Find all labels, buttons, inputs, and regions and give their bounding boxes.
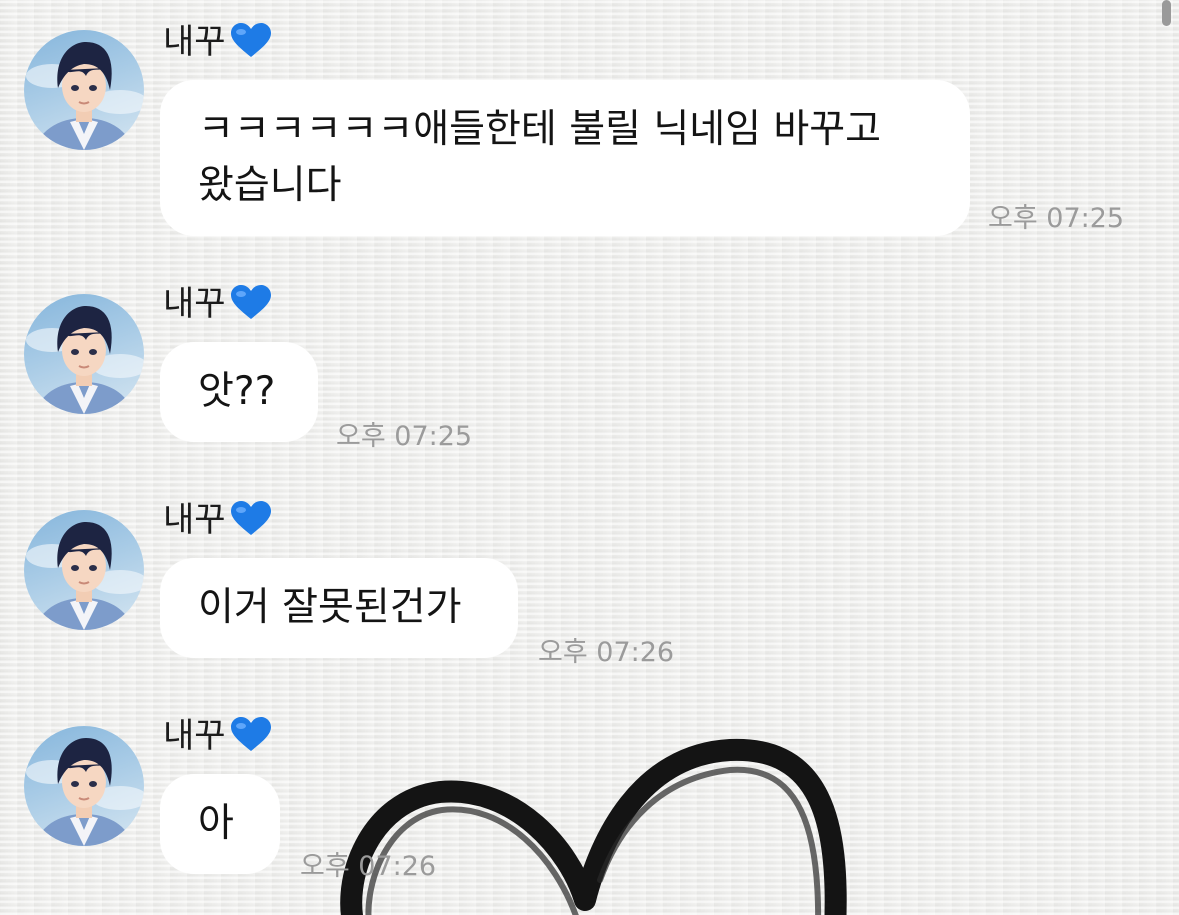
message-bubble[interactable]: 앗?? bbox=[160, 342, 318, 442]
sender-name-text: 내꾸 bbox=[163, 22, 226, 62]
avatar[interactable] bbox=[24, 510, 144, 630]
message-timestamp: 오후 07:26 bbox=[300, 851, 437, 882]
scrollbar[interactable] bbox=[1162, 0, 1171, 26]
message-timestamp: 오후 07:25 bbox=[336, 421, 473, 452]
message-timestamp: 오후 07:25 bbox=[988, 203, 1125, 234]
message-line: 왔습니다 bbox=[198, 163, 342, 208]
sender-name-text: 내꾸 bbox=[163, 284, 226, 324]
heart-doodle-icon bbox=[340, 738, 847, 915]
message-line: 이거 잘못된건가 bbox=[198, 585, 462, 630]
message-bubble[interactable]: ㅋㅋㅋㅋㅋㅋ애들한테 불릴 닉네임 바꾸고 왔습니다 bbox=[160, 80, 970, 236]
blue-heart-icon bbox=[230, 285, 272, 330]
sender-name: 내꾸 bbox=[163, 716, 272, 762]
blue-heart-icon bbox=[230, 501, 272, 546]
message-bubble[interactable]: 아 bbox=[160, 774, 280, 874]
message-line: 앗?? bbox=[198, 369, 276, 414]
sender-name: 내꾸 bbox=[163, 284, 272, 330]
sender-name-text: 내꾸 bbox=[163, 500, 226, 540]
message-line: 아 bbox=[198, 801, 234, 846]
message-bubble[interactable]: 이거 잘못된건가 bbox=[160, 558, 518, 658]
avatar[interactable] bbox=[24, 726, 144, 846]
message-line: ㅋㅋㅋㅋㅋㅋ애들한테 불릴 닉네임 바꾸고 bbox=[198, 107, 882, 152]
blue-heart-icon bbox=[230, 717, 272, 762]
avatar[interactable] bbox=[24, 294, 144, 414]
message-timestamp: 오후 07:26 bbox=[538, 637, 675, 668]
avatar[interactable] bbox=[24, 30, 144, 150]
sender-name: 내꾸 bbox=[163, 22, 272, 68]
sender-name-text: 내꾸 bbox=[163, 716, 226, 756]
blue-heart-icon bbox=[230, 23, 272, 68]
sender-name: 내꾸 bbox=[163, 500, 272, 546]
